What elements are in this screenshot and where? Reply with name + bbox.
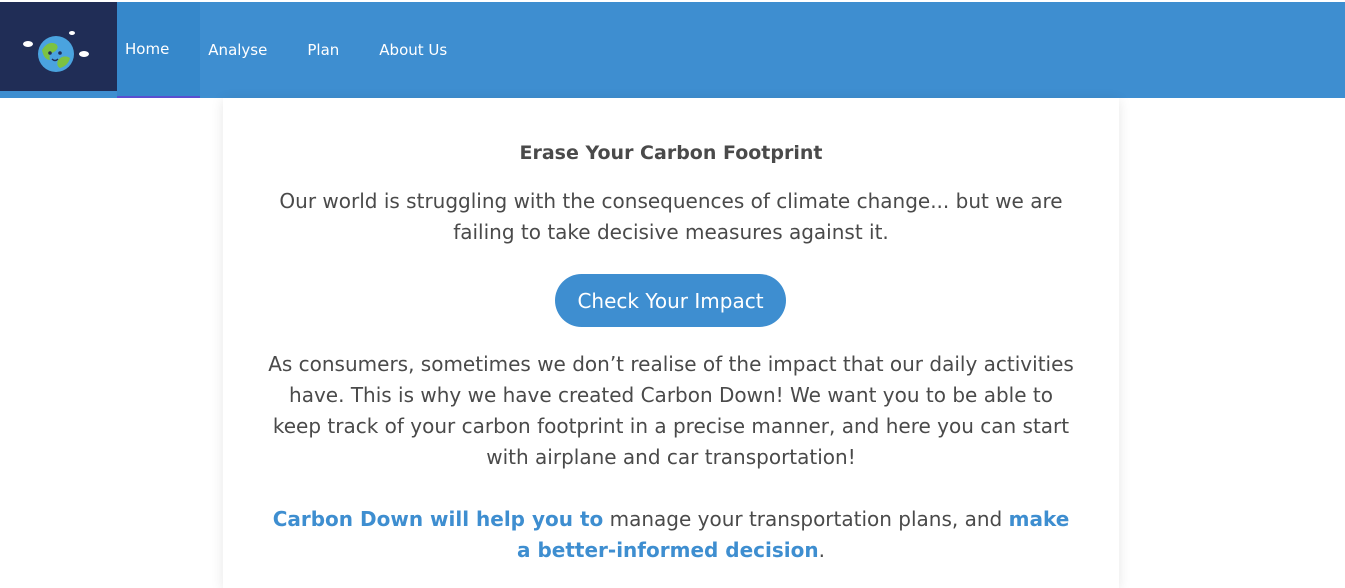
intro-text: Our world is struggling with the consequ…	[279, 189, 1063, 244]
description-text: As consumers, sometimes we don’t realise…	[268, 352, 1074, 469]
nav-analyse-label: Analyse	[208, 41, 268, 59]
earth-icon	[23, 31, 89, 72]
top-navbar: Home Analyse Plan About Us	[0, 2, 1345, 98]
nav-plan-label: Plan	[307, 41, 340, 59]
check-impact-button[interactable]: Check Your Impact	[555, 274, 786, 327]
nav-plan[interactable]: Plan	[287, 2, 359, 98]
nav-about-us-label: About Us	[379, 41, 448, 59]
hero-card: Erase Your Carbon Footprint Our world is…	[223, 98, 1119, 588]
help-highlight-1: Carbon Down will help you to	[272, 507, 604, 531]
logo[interactable]	[0, 2, 117, 91]
nav-home[interactable]: Home	[117, 2, 201, 98]
help-plain-2: .	[818, 538, 825, 562]
nav-analyse[interactable]: Analyse	[200, 2, 287, 98]
page-title: Erase Your Carbon Footprint	[519, 142, 823, 164]
help-text: Carbon Down will help you to manage your…	[263, 504, 1079, 566]
nav-about-us[interactable]: About Us	[359, 2, 467, 98]
nav-home-label: Home	[125, 40, 170, 58]
help-plain-1: manage your transportation plans, and	[603, 507, 1009, 531]
